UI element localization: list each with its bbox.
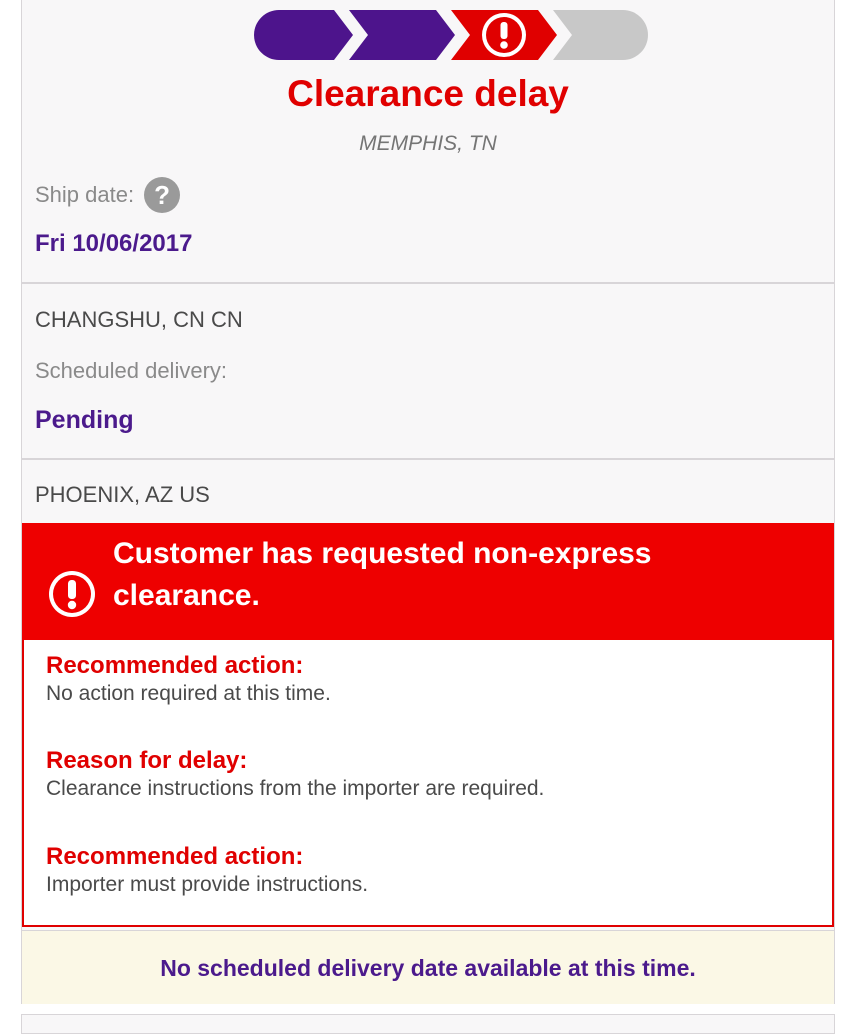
exclamation-icon — [49, 571, 95, 617]
alert-item-label: Recommended action: — [46, 843, 304, 870]
alert-item-label: Recommended action: — [46, 652, 304, 679]
divider — [22, 282, 834, 284]
status-title: Clearance delay — [287, 73, 569, 114]
next-card-edge — [21, 1014, 835, 1034]
delivery-notice: No scheduled delivery date available at … — [22, 930, 834, 1004]
ship-date-row: Ship date: ? — [35, 176, 181, 214]
alert-item: Recommended action: No action required a… — [46, 652, 331, 708]
alert-item-text: Importer must provide instructions. — [46, 873, 369, 896]
status-location: MEMPHIS, TN — [359, 132, 497, 155]
shipment-card: Clearance delay MEMPHIS, TN Ship date: ?… — [21, 0, 835, 1004]
scheduled-delivery-value: Pending — [35, 406, 134, 434]
progress-step-1 — [254, 10, 353, 60]
progress-step-2 — [349, 10, 455, 60]
alert-item-label: Reason for delay: — [46, 747, 248, 774]
alert-item: Reason for delay: Clearance instructions… — [46, 747, 544, 803]
alert-header-text: Customer has requested non-express clear… — [113, 537, 652, 612]
exception-exclamation-icon — [482, 13, 526, 57]
alert-header: Customer has requested non-express clear… — [22, 523, 834, 640]
ship-date-label: Ship date: — [35, 182, 135, 207]
alert-body: Recommended action: No action required a… — [22, 640, 834, 927]
divider — [22, 458, 834, 460]
destination-location: PHOENIX, AZ US — [35, 482, 210, 507]
scheduled-delivery-label: Scheduled delivery: — [35, 358, 228, 383]
ship-date-value: Fri 10/06/2017 — [35, 230, 193, 257]
alert-item-text: No action required at this time. — [46, 682, 331, 705]
alert-item-text: Clearance instructions from the importer… — [46, 777, 545, 800]
help-icon[interactable]: ? — [144, 177, 181, 213]
alert-item: Recommended action: Importer must provid… — [46, 843, 368, 899]
shipment-progress-bar — [254, 10, 648, 60]
progress-step-4 — [553, 10, 648, 60]
origin-location: CHANGSHU, CN CN — [35, 307, 243, 332]
